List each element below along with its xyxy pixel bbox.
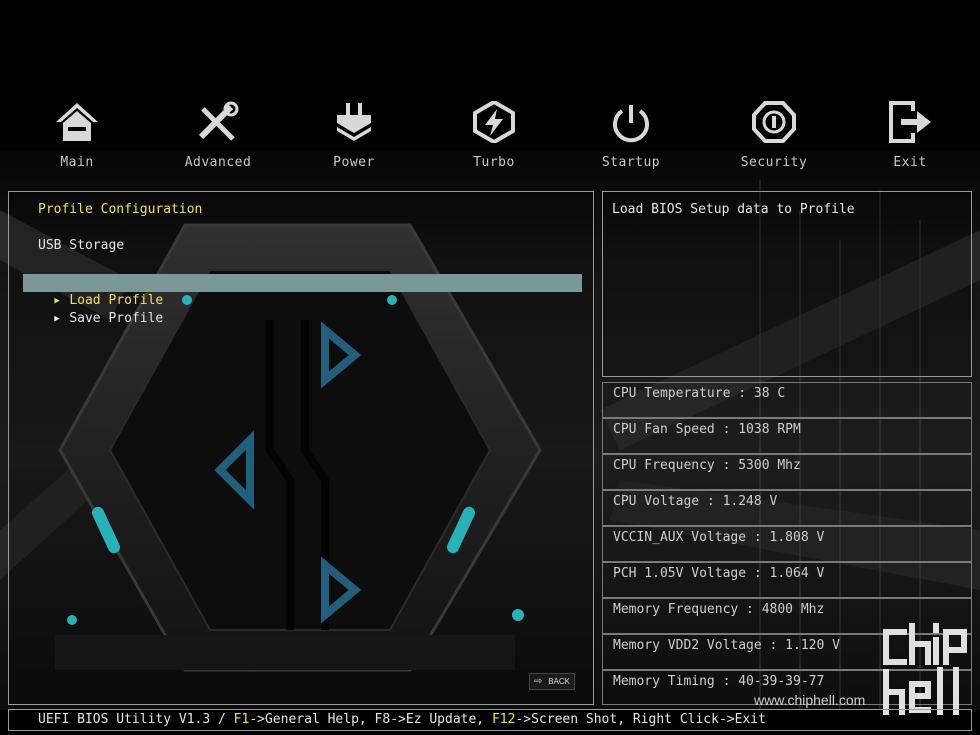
help-panel: Load BIOS Setup data to Profile — [602, 191, 972, 377]
tab-startup[interactable]: Startup — [581, 95, 681, 175]
tab-exit[interactable]: Exit — [860, 95, 960, 175]
home-icon — [56, 103, 98, 141]
tab-security-label: Security — [740, 155, 808, 170]
stat-vccin-aux-voltage: VCCIN_AUX Voltage : 1.808 V — [602, 526, 972, 562]
tab-advanced[interactable]: Advanced — [168, 95, 268, 175]
f12-key: F12 — [491, 712, 516, 727]
lightning-icon — [473, 101, 515, 143]
tab-main-label: Main — [60, 155, 94, 170]
exit-icon — [889, 101, 931, 143]
tab-security[interactable]: Security — [724, 95, 824, 175]
stat-cpu-voltage: CPU Voltage : 1.248 V — [602, 490, 972, 526]
stat-cpu-frequency: CPU Frequency : 5300 Mhz — [602, 454, 972, 490]
top-nav: Main Advanced Power Turbo Startup Securi… — [0, 95, 980, 175]
stat-pch-voltage: PCH 1.05V Voltage : 1.064 V — [602, 562, 972, 598]
stat-cpu-temperature: CPU Temperature : 38 C — [602, 382, 972, 418]
help-text: Load BIOS Setup data to Profile — [612, 202, 855, 217]
shield-icon — [752, 101, 796, 143]
section-title: Profile Configuration — [38, 202, 203, 217]
back-button[interactable]: ⇨ BACK — [529, 673, 575, 690]
power-plug-icon — [337, 103, 371, 141]
tab-turbo[interactable]: Turbo — [444, 95, 544, 175]
tab-main[interactable]: Main — [27, 95, 127, 175]
back-arrow-icon: ⇨ — [534, 676, 543, 687]
usb-storage-label: USB Storage — [38, 238, 125, 253]
triangle-right-icon — [54, 310, 69, 329]
f1-key: F1 — [233, 712, 250, 727]
load-profile-item[interactable]: Load Profile — [23, 274, 582, 308]
power-button-icon — [613, 105, 649, 143]
chiphell-logo — [883, 623, 967, 715]
tab-turbo-label: Turbo — [473, 155, 515, 170]
bottom-help-bar: UEFI BIOS Utility V1.3 / F1->General Hel… — [8, 709, 972, 731]
profile-config-panel: Profile Configuration USB Storage Load P… — [8, 191, 594, 705]
tools-icon — [198, 101, 239, 141]
tab-advanced-label: Advanced — [184, 155, 252, 170]
tab-startup-label: Startup — [601, 155, 661, 170]
tab-power[interactable]: Power — [304, 95, 404, 175]
save-profile-item[interactable]: Save Profile — [23, 292, 582, 326]
tab-power-label: Power — [333, 155, 375, 170]
watermark-url: www.chiphell.com — [754, 692, 866, 708]
tab-exit-label: Exit — [893, 155, 927, 170]
stat-cpu-fan-speed: CPU Fan Speed : 1038 RPM — [602, 418, 972, 454]
